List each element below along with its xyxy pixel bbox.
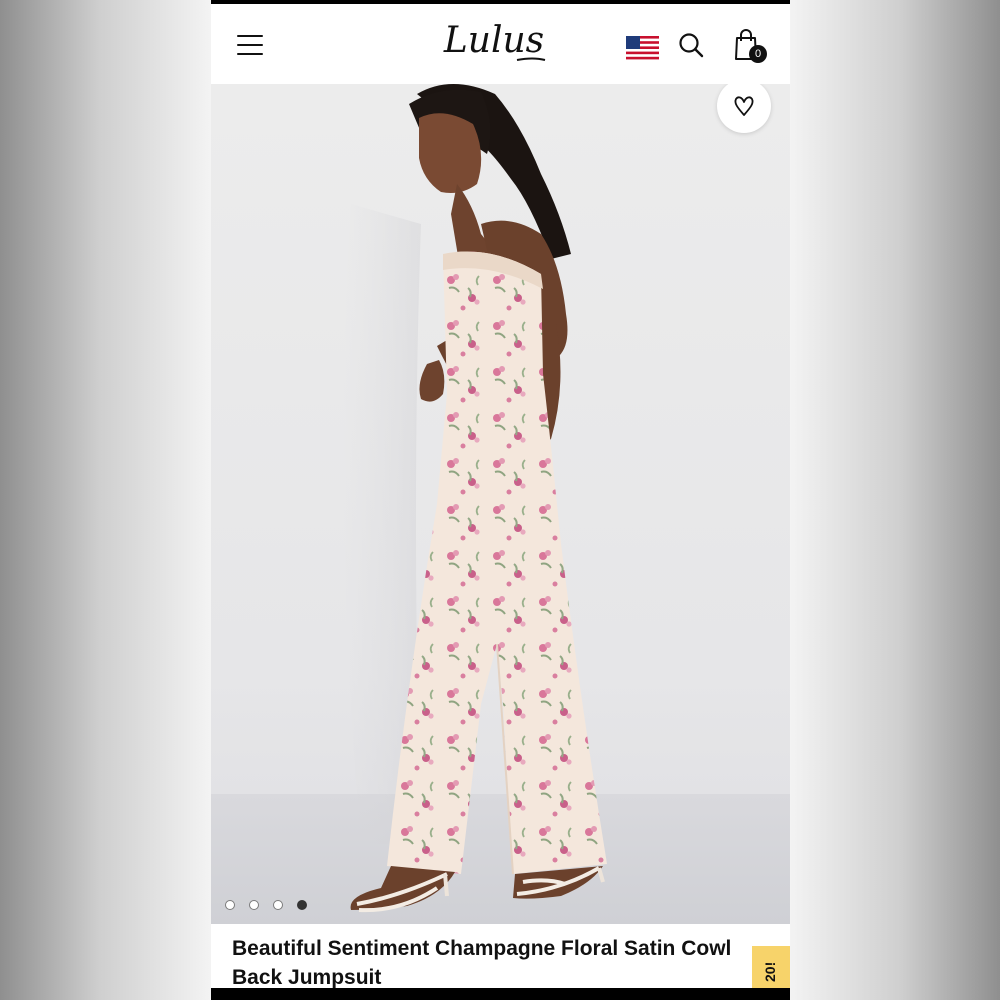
bottom-bar	[211, 988, 790, 1000]
site-header: Lulus 0	[211, 4, 790, 84]
product-info: Beautiful Sentiment Champagne Floral Sat…	[211, 924, 790, 989]
cart-count-badge[interactable]: 0	[749, 45, 767, 63]
brand-logo-text: Lulus	[443, 20, 544, 61]
carousel-dots	[225, 900, 307, 910]
product-photo	[343, 84, 607, 913]
mobile-screen: Lulus 0 Beautiful Sentiment Champagne Fl…	[211, 0, 790, 1000]
promo-tab[interactable]: 20!	[752, 946, 790, 988]
brand-logo[interactable]: Lulus	[439, 16, 549, 68]
carousel-dot[interactable]	[225, 900, 235, 910]
us-flag-icon[interactable]	[626, 36, 659, 60]
product-title: Beautiful Sentiment Champagne Floral Sat…	[232, 937, 732, 989]
carousel-dot[interactable]	[273, 900, 283, 910]
carousel-dot-active[interactable]	[297, 900, 307, 910]
promo-text: 20!	[762, 961, 778, 982]
product-image-carousel[interactable]	[211, 84, 790, 924]
menu-icon[interactable]	[237, 35, 263, 55]
search-icon[interactable]	[677, 31, 705, 59]
heart-icon	[734, 96, 754, 116]
carousel-dot[interactable]	[249, 900, 259, 910]
